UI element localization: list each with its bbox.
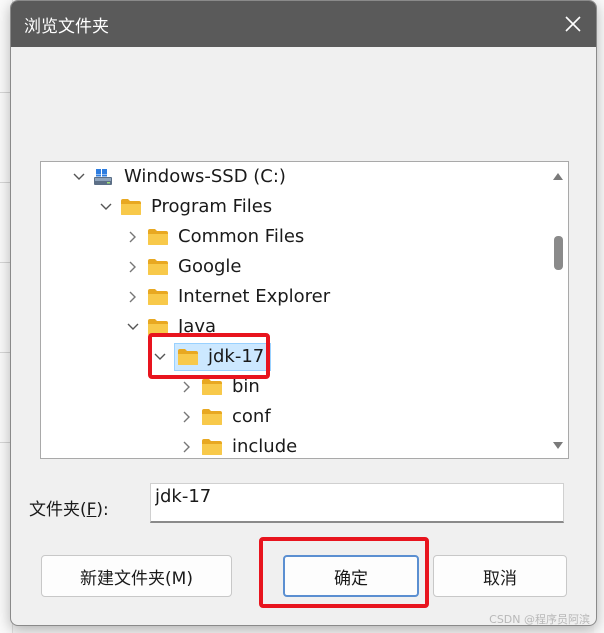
- folder-label-suffix: ):: [96, 500, 109, 520]
- folder-tree[interactable]: Windows-SSD (C:) Program Files Common File…: [40, 161, 569, 459]
- drive-icon: [93, 168, 115, 186]
- chevron-down-icon[interactable]: [71, 169, 87, 185]
- tree-node[interactable]: Common Files: [125, 223, 307, 251]
- tree-node[interactable]: Program Files: [98, 193, 275, 221]
- folder-tree-content: Windows-SSD (C:) Program Files Common File…: [41, 162, 548, 458]
- chevron-right-icon[interactable]: [125, 229, 141, 245]
- folder-icon: [147, 228, 169, 246]
- chevron-right-icon[interactable]: [125, 259, 141, 275]
- folder-icon: [201, 438, 223, 456]
- tree-node[interactable]: Google: [125, 253, 244, 281]
- tree-node-label: Internet Explorer: [178, 286, 331, 307]
- tree-node-label: Program Files: [151, 196, 273, 217]
- close-icon: [565, 16, 581, 32]
- folder-icon: [201, 408, 223, 426]
- tree-node-label: jdk-17: [208, 346, 265, 367]
- folder-icon: [147, 318, 169, 336]
- chevron-down-icon[interactable]: [125, 319, 141, 335]
- dialog-title: 浏览文件夹: [24, 17, 109, 37]
- chevron-down-icon[interactable]: [98, 199, 114, 215]
- scroll-up-icon: [553, 173, 563, 180]
- tree-node-label: Java: [178, 316, 217, 337]
- chevron-right-icon[interactable]: [125, 289, 141, 305]
- tree-node-label: bin: [232, 376, 260, 397]
- tree-node[interactable]: Internet Explorer: [125, 283, 333, 311]
- tree-node[interactable]: include: [179, 433, 300, 458]
- chevron-right-icon[interactable]: [179, 409, 195, 425]
- tree-node-label: Common Files: [178, 226, 305, 247]
- scroll-down-button[interactable]: [552, 440, 564, 452]
- tree-node[interactable]: Java: [125, 313, 219, 341]
- chevron-down-icon[interactable]: [152, 349, 168, 365]
- tree-node-label: conf: [232, 406, 271, 427]
- tree-node-label: Google: [178, 256, 242, 277]
- folder-field-label: 文件夹(F):: [29, 495, 109, 520]
- scroll-up-button[interactable]: [552, 170, 564, 182]
- folder-icon: [147, 288, 169, 306]
- tree-node[interactable]: conf: [179, 403, 274, 431]
- chevron-right-icon[interactable]: [179, 439, 195, 455]
- scroll-thumb[interactable]: [554, 236, 563, 270]
- chevron-right-icon[interactable]: [179, 379, 195, 395]
- ok-button[interactable]: 确定: [283, 555, 419, 597]
- folder-label-accesskey: F: [86, 500, 97, 520]
- folder-icon: [177, 348, 199, 366]
- tree-node[interactable]: bin: [179, 373, 263, 401]
- folder-icon: [120, 198, 142, 216]
- tree-scrollbar[interactable]: [548, 162, 568, 458]
- cancel-button[interactable]: 取消: [433, 555, 567, 597]
- folder-name-input[interactable]: [150, 483, 564, 523]
- browse-folder-dialog: 浏览文件夹 Windows-SSD (C:) Program Files Commo…: [10, 0, 597, 626]
- folder-icon: [147, 258, 169, 276]
- tree-node[interactable]: jdk-17: [152, 343, 272, 371]
- folder-icon: [201, 378, 223, 396]
- new-folder-button[interactable]: 新建文件夹(M): [41, 555, 232, 597]
- title-bar[interactable]: 浏览文件夹: [11, 1, 596, 47]
- tree-node-label: Windows-SSD (C:): [124, 166, 286, 187]
- scroll-down-icon: [553, 442, 563, 449]
- watermark: CSDN @程序员阿滨: [489, 613, 590, 626]
- tree-node[interactable]: Windows-SSD (C:): [71, 163, 289, 191]
- tree-node-label: include: [232, 436, 298, 457]
- folder-label-prefix: 文件夹(: [29, 500, 87, 520]
- close-button[interactable]: [550, 1, 596, 47]
